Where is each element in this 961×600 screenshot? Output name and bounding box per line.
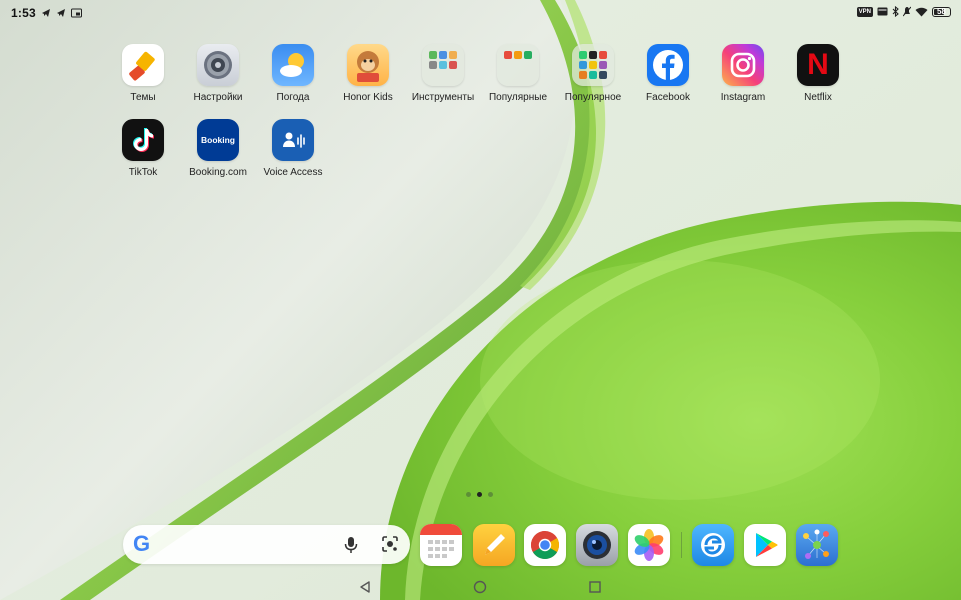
wifi-icon (915, 7, 928, 16)
app-label: Погода (276, 92, 310, 103)
chrome-icon[interactable] (524, 524, 566, 566)
picture-in-picture-icon (70, 8, 82, 18)
instagram-icon (722, 44, 764, 86)
app-label: Настройки (193, 92, 243, 103)
tiktok-icon (122, 119, 164, 161)
popular-folder-icon (497, 44, 539, 86)
honor-kids-icon (347, 44, 389, 86)
themes-icon (122, 44, 164, 86)
vpn-icon: VPN (856, 6, 873, 17)
app-settings[interactable]: Настройки (179, 44, 257, 103)
app-label: TikTok (128, 167, 158, 178)
app-label: Netflix (804, 92, 832, 103)
weather-icon (272, 44, 314, 86)
recents-icon (589, 581, 601, 593)
bluetooth-icon (892, 6, 899, 17)
recents-button[interactable] (587, 579, 603, 595)
page-dot[interactable] (488, 492, 493, 497)
app-instagram[interactable]: Instagram (704, 44, 782, 103)
dock-divider (681, 532, 682, 558)
app-netflix[interactable]: N Netflix (779, 44, 857, 103)
app-tiktok[interactable]: TikTok (104, 119, 182, 178)
home-button[interactable] (472, 579, 488, 595)
telegram-icon (56, 9, 65, 17)
navigation-bar (0, 576, 961, 600)
voice-access-icon (272, 119, 314, 161)
back-button[interactable] (357, 579, 373, 595)
gallery-icon[interactable] (628, 524, 670, 566)
booking-icon: Booking (197, 119, 239, 161)
silent-icon (903, 6, 911, 17)
app-gallery-folder-icon[interactable] (796, 524, 838, 566)
battery-icon: 58 (932, 6, 951, 17)
app-label: Популярные (488, 92, 548, 103)
booking-icon-text: Booking (201, 135, 235, 145)
microphone-icon[interactable] (343, 536, 359, 554)
page-dot[interactable] (466, 492, 471, 497)
app-label: Voice Access (263, 167, 323, 178)
folder-tools[interactable]: Инструменты (404, 44, 482, 103)
popular-folder-icon (572, 44, 614, 86)
tools-folder-icon (422, 44, 464, 86)
netflix-letter: N (807, 48, 829, 81)
notes-icon[interactable] (473, 524, 515, 566)
app-honor-kids[interactable]: Honor Kids (329, 44, 407, 103)
app-label: Honor Kids (343, 92, 393, 103)
app-label: Инструменты (411, 92, 475, 103)
app-themes[interactable]: Темы (104, 44, 182, 103)
folder-popular[interactable]: Популярные (479, 44, 557, 103)
page-dot-active[interactable] (477, 492, 482, 497)
settings-icon (197, 44, 239, 86)
card-icon (877, 7, 888, 16)
browser-icon[interactable] (692, 524, 734, 566)
status-bar: 1:53 VPN 58 (0, 0, 961, 26)
lens-icon[interactable] (381, 535, 399, 553)
battery-level: 58 (937, 6, 946, 16)
back-icon (360, 581, 370, 593)
home-icon (473, 580, 487, 594)
google-logo: G (133, 531, 151, 556)
app-label: Темы (130, 92, 156, 103)
camera-icon[interactable] (576, 524, 618, 566)
folder-popular-2[interactable]: Популярное (554, 44, 632, 103)
app-label: Instagram (720, 92, 766, 103)
app-label: Популярное (564, 92, 622, 103)
clock: 1:53 (11, 6, 36, 20)
facebook-icon (647, 44, 689, 86)
calendar-icon[interactable] (420, 524, 462, 566)
netflix-icon: N (797, 44, 839, 86)
app-label: Booking.com (189, 167, 247, 178)
app-weather[interactable]: Погода (254, 44, 332, 103)
app-booking[interactable]: Booking Booking.com (179, 119, 257, 178)
page-indicator[interactable] (466, 492, 493, 497)
app-facebook[interactable]: Facebook (629, 44, 707, 103)
google-search-bar[interactable]: G (123, 525, 410, 564)
telegram-icon (41, 9, 50, 17)
app-voice-access[interactable]: Voice Access (254, 119, 332, 178)
play-store-icon[interactable] (744, 524, 786, 566)
app-label: Facebook (646, 92, 690, 103)
